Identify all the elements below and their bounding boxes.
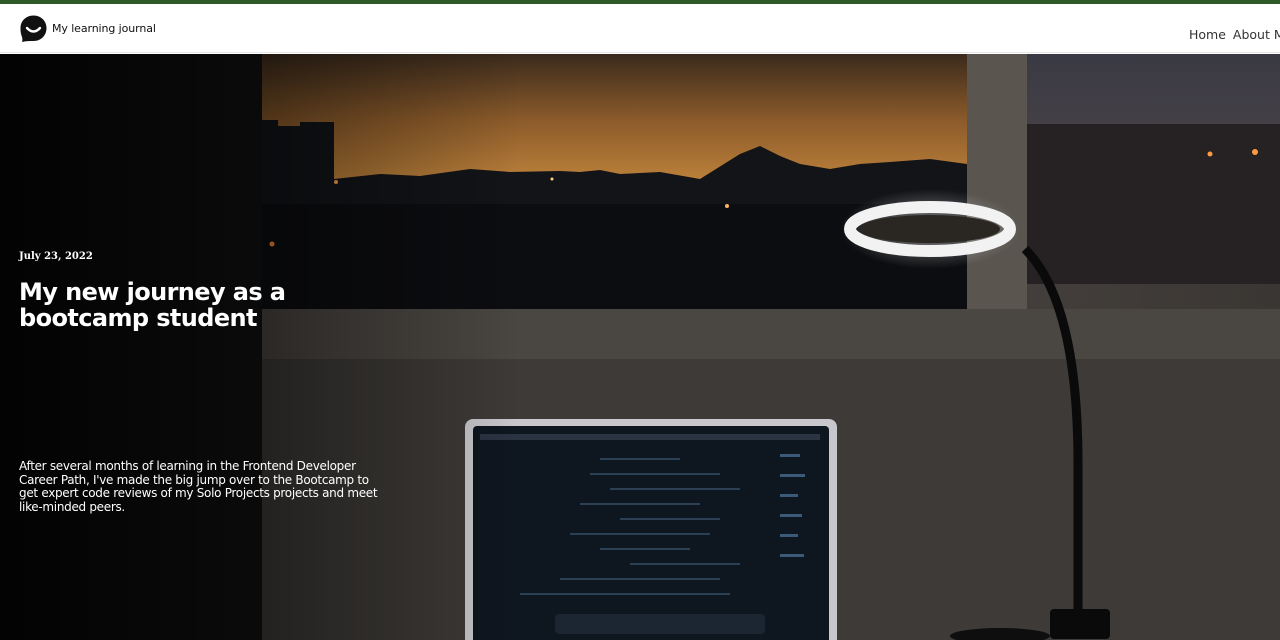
hero-background-image — [0, 54, 1280, 640]
hero-banner[interactable]: July 23, 2022 My new journey as a bootca… — [0, 54, 1280, 640]
post-date: July 23, 2022 — [19, 251, 93, 262]
brand-name: My learning journal — [52, 22, 156, 35]
chat-logo-icon — [19, 14, 48, 43]
post-excerpt: After several months of learning in the … — [19, 459, 378, 514]
nav-about-link[interactable]: About Me — [1233, 27, 1280, 42]
post-title[interactable]: My new journey as a bootcamp student — [19, 279, 349, 331]
brand-link[interactable]: My learning journal — [19, 14, 156, 43]
site-header: My learning journal Home About Me — [0, 4, 1280, 53]
nav-home-link[interactable]: Home — [1189, 27, 1226, 42]
main-nav: Home About Me — [1189, 27, 1280, 42]
